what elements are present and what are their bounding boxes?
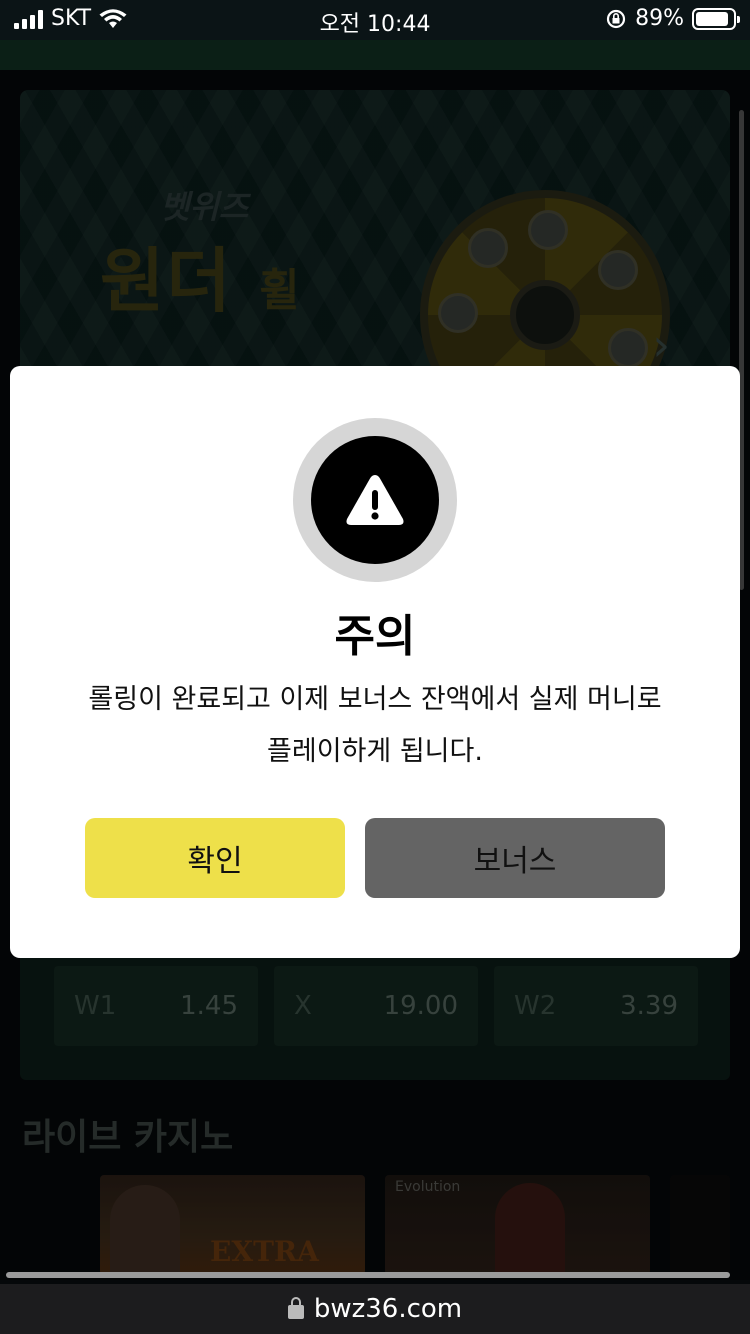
top-nav [0,40,750,70]
status-right: 89% [605,6,740,31]
warning-icon [311,436,439,564]
bonus-button[interactable]: 보너스 [365,818,665,898]
dialog-message-line: 플레이하게 됩니다. [267,736,483,767]
warning-icon-ring [293,418,457,582]
dialog-message-line: 롤링이 완료되고 이제 보너스 잔액에서 실제 머니로 [88,684,662,715]
battery-percent: 89% [635,6,684,31]
lock-icon [287,1297,304,1319]
orientation-lock-icon [606,9,626,28]
address-bar[interactable]: bwz36.com [0,1284,750,1334]
battery-fill [696,11,729,26]
confirm-button[interactable]: 확인 [85,818,345,898]
alert-dialog: 주의 롤링이 완료되고 이제 보너스 잔액에서 실제 머니로 플레이하게 됩니다… [10,366,740,958]
horizontal-scrollbar[interactable] [6,1272,730,1278]
url-text: bwz36.com [313,1294,463,1324]
battery-icon [692,7,740,30]
dialog-message: 롤링이 완료되고 이제 보너스 잔액에서 실제 머니로 플레이하게 됩니다. [70,674,680,778]
dialog-title: 주의 [334,611,416,662]
status-bar: SKT 오전 10:44 89% [0,0,750,40]
